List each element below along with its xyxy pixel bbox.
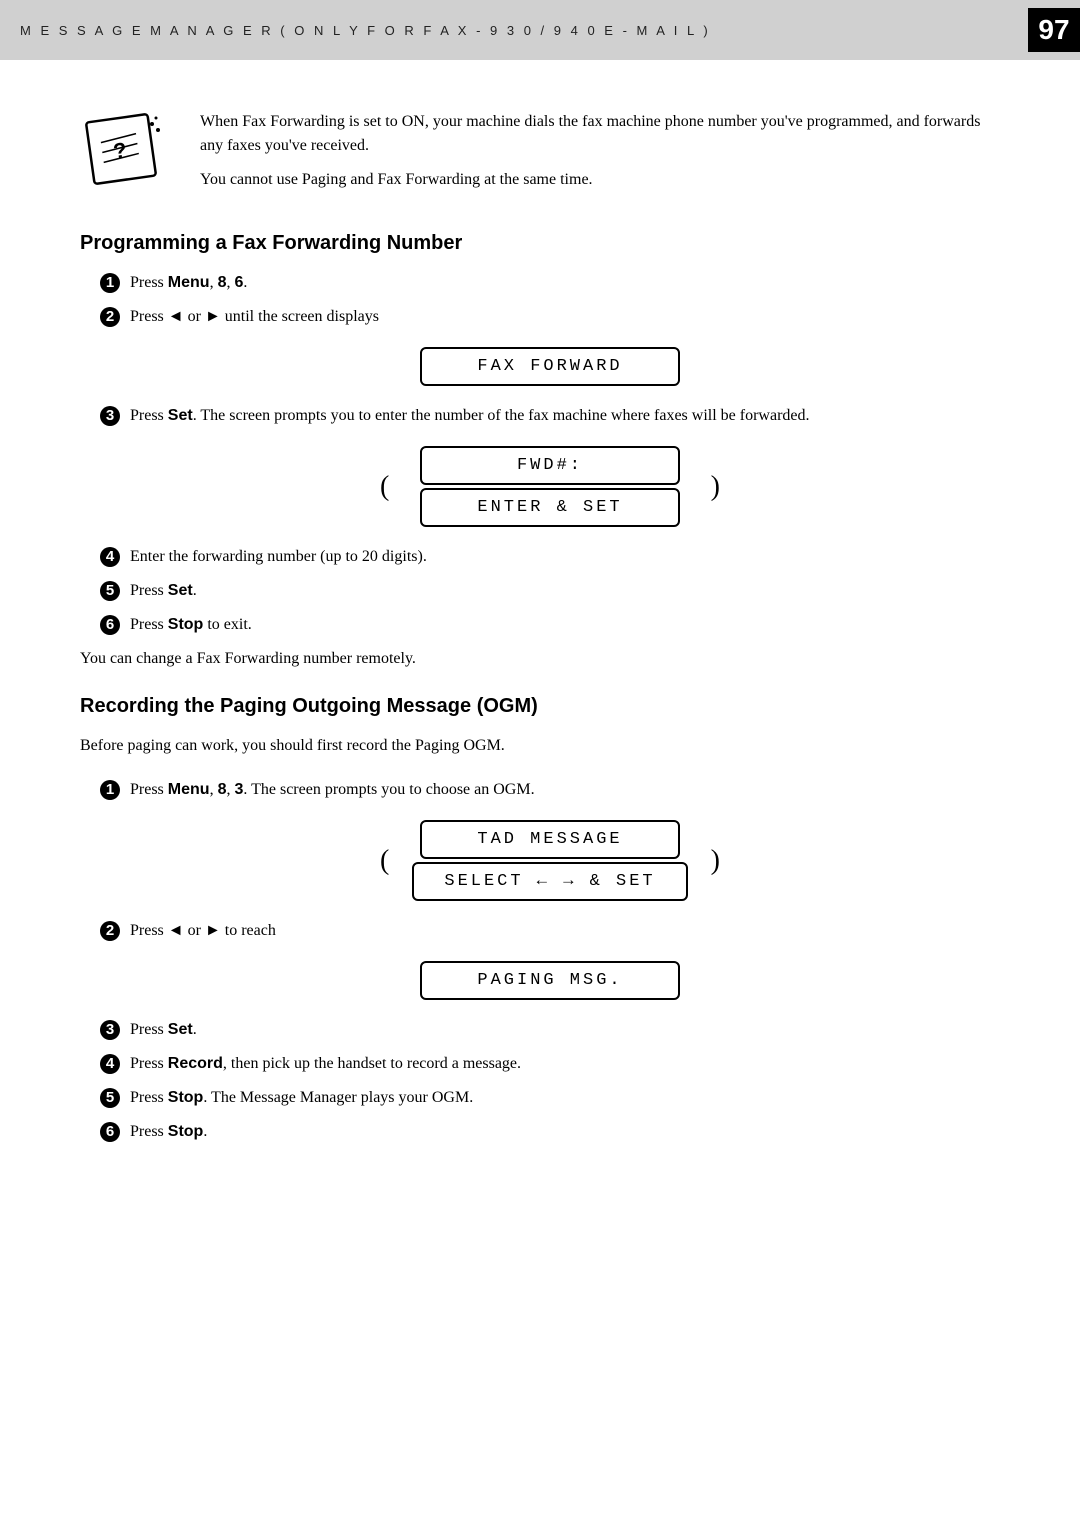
step-2-text-1: Press Menu, 8, 3. The screen prompts you… <box>130 778 1000 802</box>
step-1-4: 4 Enter the forwarding number (up to 20 … <box>100 545 1000 569</box>
steps-section1: 1 Press Menu, 8, 6. 2 Press ◄ or ► until… <box>100 271 1000 637</box>
step-2-3: 3 Press Set. <box>100 1018 1000 1042</box>
step-1-1: 1 Press Menu, 8, 6. <box>100 271 1000 295</box>
lcd-curved-inner: FWD#: ENTER & SET <box>420 446 680 527</box>
step-2-2: 2 Press ◄ or ► to reach <box>100 919 1000 943</box>
step-2-1: 1 Press Menu, 8, 3. The screen prompts y… <box>100 778 1000 802</box>
lcd-paging: PAGING MSG. <box>390 961 710 1000</box>
section1-heading: Programming a Fax Forwarding Number <box>80 232 1000 255</box>
step-text-6: Press Stop to exit. <box>130 613 1000 637</box>
curve-right-icon2: ) <box>711 847 720 875</box>
step-text-3: Press Set. The screen prompts you to ent… <box>130 404 1000 428</box>
step-2-num-6: 6 <box>100 1122 120 1142</box>
section2-heading: Recording the Paging Outgoing Message (O… <box>80 695 1000 718</box>
step-text-4: Enter the forwarding number (up to 20 di… <box>130 545 1000 569</box>
step-text-2: Press ◄ or ► until the screen displays <box>130 305 1000 329</box>
main-content: ? When Fax Forwarding is set to ON, your… <box>0 60 1080 1214</box>
step-2-4: 4 Press Record, then pick up the handset… <box>100 1052 1000 1076</box>
intro-section: ? When Fax Forwarding is set to ON, your… <box>80 110 1000 202</box>
lcd-fax-forward: FAX FORWARD <box>390 347 710 386</box>
step-2-num-5: 5 <box>100 1088 120 1108</box>
step-2-text-5: Press Stop. The Message Manager plays yo… <box>130 1086 1000 1110</box>
lcd-select-box: SELECT ← → & SET <box>412 862 687 901</box>
step-2-num-4: 4 <box>100 1054 120 1074</box>
lcd-paging-box: PAGING MSG. <box>420 961 680 1000</box>
step-num-3: 3 <box>100 406 120 426</box>
step-2-5: 5 Press Stop. The Message Manager plays … <box>100 1086 1000 1110</box>
header-title: M E S S A G E M A N A G E R ( O N L Y F … <box>20 23 711 38</box>
step-1-5: 5 Press Set. <box>100 579 1000 603</box>
steps-section2: 1 Press Menu, 8, 3. The screen prompts y… <box>100 778 1000 1144</box>
step-2-text-3: Press Set. <box>130 1018 1000 1042</box>
step-2-text-6: Press Stop. <box>130 1120 1000 1144</box>
step-2-6: 6 Press Stop. <box>100 1120 1000 1144</box>
curve-left-icon: ( <box>380 473 389 501</box>
step-1-2: 2 Press ◄ or ► until the screen displays <box>100 305 1000 329</box>
section1-note: You can change a Fax Forwarding number r… <box>80 647 1000 671</box>
step-1-3: 3 Press Set. The screen prompts you to e… <box>100 404 1000 428</box>
step-text-1: Press Menu, 8, 6. <box>130 271 1000 295</box>
step-2-num-2: 2 <box>100 921 120 941</box>
header-bar: M E S S A G E M A N A G E R ( O N L Y F … <box>0 0 1080 60</box>
step-num-4: 4 <box>100 547 120 567</box>
lcd-tad-group: ( TAD MESSAGE SELECT ← → & SET ) <box>380 820 720 901</box>
curve-right-icon: ) <box>711 473 720 501</box>
step-2-text-2: Press ◄ or ► to reach <box>130 919 1000 943</box>
step-2-num-1: 1 <box>100 780 120 800</box>
intro-para2: You cannot use Paging and Fax Forwarding… <box>200 168 1000 192</box>
step-num-1: 1 <box>100 273 120 293</box>
lcd-tad-box: TAD MESSAGE <box>420 820 680 859</box>
step-2-text-4: Press Record, then pick up the handset t… <box>130 1052 1000 1076</box>
curve-left-icon2: ( <box>380 847 389 875</box>
intro-text: When Fax Forwarding is set to ON, your m… <box>200 110 1000 202</box>
lcd-tad-inner: TAD MESSAGE SELECT ← → & SET <box>412 820 687 901</box>
step-2-num-3: 3 <box>100 1020 120 1040</box>
step-1-6: 6 Press Stop to exit. <box>100 613 1000 637</box>
page-number: 97 <box>1028 8 1080 52</box>
lcd-fwd-group: ( FWD#: ENTER & SET ) <box>380 446 720 527</box>
step-num-6: 6 <box>100 615 120 635</box>
lcd-fwd-box: FWD#: <box>420 446 680 485</box>
section2-intro: Before paging can work, you should first… <box>80 734 1000 758</box>
step-text-5: Press Set. <box>130 579 1000 603</box>
lcd-enter-set-box: ENTER & SET <box>420 488 680 527</box>
step-num-5: 5 <box>100 581 120 601</box>
notepad-icon: ? <box>80 110 170 190</box>
lcd-fax-forward-box: FAX FORWARD <box>420 347 680 386</box>
intro-para1: When Fax Forwarding is set to ON, your m… <box>200 110 1000 158</box>
step-num-2: 2 <box>100 307 120 327</box>
